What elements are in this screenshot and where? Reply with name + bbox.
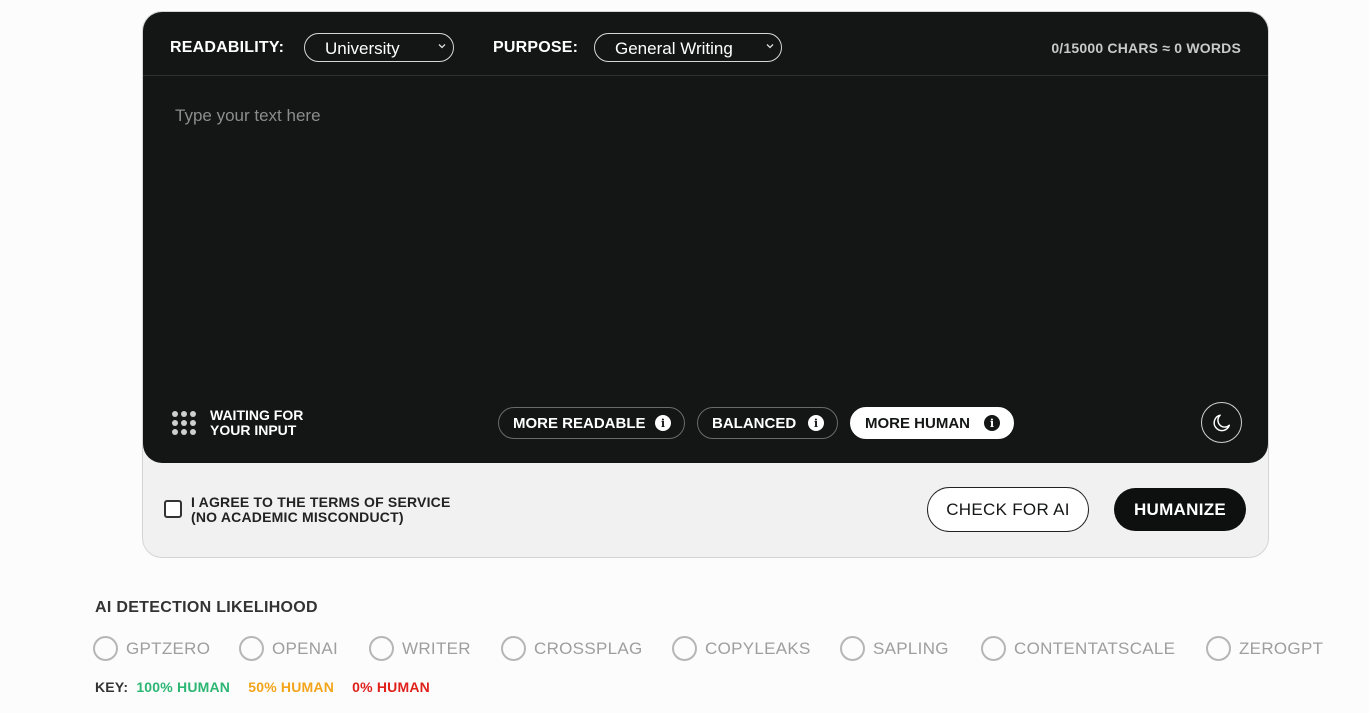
detection-key: KEY: 100% HUMAN 50% HUMAN 0% HUMAN: [95, 679, 444, 695]
key-0-human: 0% HUMAN: [352, 679, 430, 695]
mode-label: MORE READABLE: [513, 414, 646, 432]
status-circle-icon: [672, 636, 697, 661]
key-100-human: 100% HUMAN: [136, 679, 231, 695]
detector-sapling: SAPLING: [840, 636, 949, 661]
detection-title: AI DETECTION LIKELIHOOD: [95, 599, 318, 616]
check-for-ai-button[interactable]: CHECK FOR AI: [927, 487, 1089, 532]
detector-label: CROSSPLAG: [534, 638, 643, 658]
terms-line1: I AGREE TO THE TERMS OF SERVICE: [191, 494, 451, 510]
char-counter: 0/15000 CHARS ≈ 0 WORDS: [1051, 40, 1241, 56]
readability-label: READABILITY:: [170, 39, 285, 56]
detector-label: ZEROGPT: [1239, 638, 1324, 658]
mode-label: MORE HUMAN: [865, 414, 970, 432]
mode-more-readable[interactable]: MORE READABLE i: [498, 407, 685, 439]
status-line1: WAITING FOR: [210, 407, 304, 423]
mode-balanced[interactable]: BALANCED i: [697, 407, 838, 439]
readability-value: University: [325, 39, 400, 58]
readability-select[interactable]: University: [304, 33, 454, 62]
info-icon[interactable]: i: [655, 415, 671, 431]
detector-label: SAPLING: [873, 638, 949, 658]
status-circle-icon: [1206, 636, 1231, 661]
text-input-placeholder: Type your text here: [175, 106, 321, 125]
status-circle-icon: [501, 636, 526, 661]
editor-panel: READABILITY: University PURPOSE: General…: [143, 12, 1268, 463]
status-circle-icon: [369, 636, 394, 661]
detector-crossplag: CROSSPLAG: [501, 636, 643, 661]
detector-label: GPTZERO: [126, 638, 211, 658]
status-text: WAITING FOR YOUR INPUT: [210, 408, 303, 438]
detector-openai: OPENAI: [239, 636, 338, 661]
purpose-value: General Writing: [615, 39, 733, 58]
terms-line2: (NO ACADEMIC MISCONDUCT): [191, 509, 404, 525]
moon-icon: [1213, 413, 1230, 431]
detector-gptzero: GPTZERO: [93, 636, 210, 661]
detector-zerogpt: ZEROGPT: [1206, 636, 1323, 661]
chevron-down-icon: [438, 44, 446, 49]
key-50-human: 50% HUMAN: [248, 679, 335, 695]
text-input[interactable]: Type your text here: [175, 106, 1235, 386]
dots-grid-icon: [172, 411, 196, 435]
detector-copyleaks: COPYLEAKS: [672, 636, 811, 661]
terms-checkbox[interactable]: [164, 500, 182, 518]
editor-toolbar: READABILITY: University PURPOSE: General…: [143, 12, 1268, 76]
detector-writer: WRITER: [369, 636, 471, 661]
purpose-select[interactable]: General Writing: [594, 33, 782, 62]
terms-label: I AGREE TO THE TERMS OF SERVICE (NO ACAD…: [191, 495, 451, 525]
mode-more-human[interactable]: MORE HUMAN i: [850, 407, 1014, 439]
detector-label: WRITER: [402, 638, 471, 658]
info-icon[interactable]: i: [808, 415, 824, 431]
status-line2: YOUR INPUT: [210, 422, 297, 438]
detector-label: CONTENTATSCALE: [1014, 638, 1176, 658]
status-circle-icon: [93, 636, 118, 661]
key-label: KEY:: [95, 679, 129, 695]
status-circle-icon: [239, 636, 264, 661]
chevron-down-icon: [766, 44, 774, 49]
status-circle-icon: [840, 636, 865, 661]
terms-agreement: I AGREE TO THE TERMS OF SERVICE (NO ACAD…: [164, 495, 451, 525]
info-icon[interactable]: i: [984, 415, 1000, 431]
detector-contentatscale: CONTENTATSCALE: [981, 636, 1175, 661]
mode-label: BALANCED: [712, 414, 797, 432]
status-indicator: WAITING FOR YOUR INPUT: [172, 408, 303, 438]
humanize-button[interactable]: HUMANIZE: [1114, 488, 1246, 531]
detector-label: COPYLEAKS: [705, 638, 811, 658]
status-circle-icon: [981, 636, 1006, 661]
detector-label: OPENAI: [272, 638, 339, 658]
dark-mode-toggle[interactable]: [1201, 402, 1242, 443]
purpose-label: PURPOSE:: [493, 39, 579, 56]
